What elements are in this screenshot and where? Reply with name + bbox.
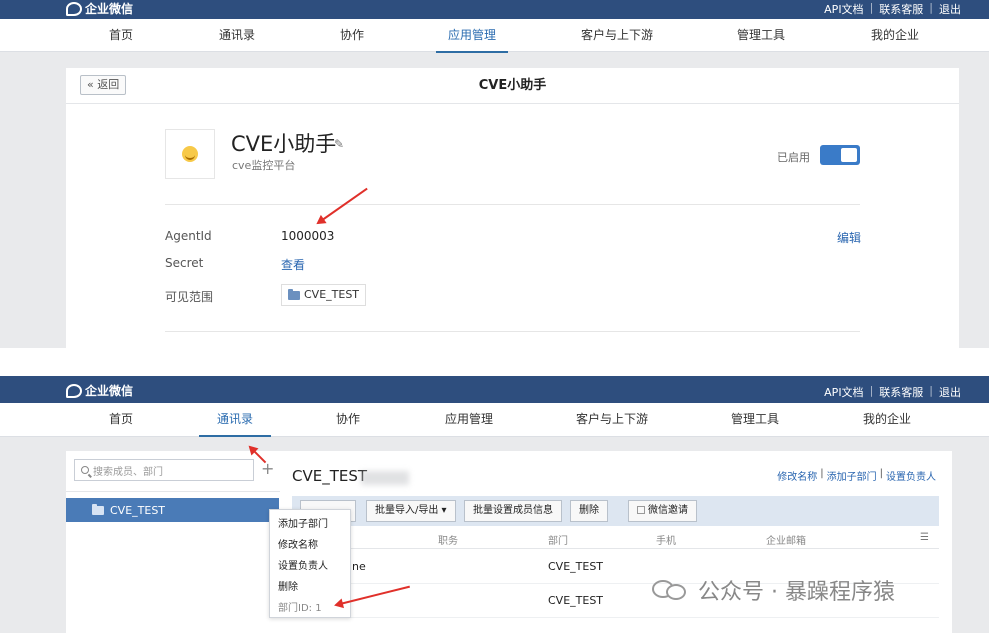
member-name: ne bbox=[352, 560, 366, 573]
batch-set-button[interactable]: 批量设置成员信息 bbox=[464, 500, 562, 522]
col-dept: 部门 bbox=[548, 536, 568, 547]
secret-label: Secret bbox=[165, 256, 204, 270]
smiley-icon bbox=[182, 146, 198, 162]
separator: | bbox=[929, 1, 933, 14]
status-label: 已启用 bbox=[777, 151, 810, 164]
member-toolbar: 批量导入/导出 ▾ 批量设置成员信息 删除 微信邀请 bbox=[292, 496, 939, 526]
watermark: 公众号 · 暴躁程序猿 bbox=[652, 574, 895, 606]
ctx-set-owner[interactable]: 设置负责人 bbox=[270, 556, 350, 577]
support-link[interactable]: 联系客服 bbox=[879, 1, 923, 17]
logout-link[interactable]: 退出 bbox=[939, 1, 961, 17]
nav-collab[interactable]: 协作 bbox=[339, 19, 365, 51]
back-button[interactable]: « 返回 bbox=[80, 75, 127, 95]
column-settings-icon[interactable]: ☰ bbox=[920, 532, 929, 543]
ctx-rename[interactable]: 修改名称 bbox=[270, 535, 350, 556]
search-input[interactable]: 搜索成员、部门 bbox=[74, 459, 254, 481]
api-docs-link[interactable]: API文档 bbox=[824, 384, 863, 400]
nav-my-company[interactable]: 我的企业 bbox=[862, 403, 912, 435]
folder-icon bbox=[288, 288, 300, 300]
set-owner-link[interactable]: 设置负责人 bbox=[886, 468, 936, 483]
logo-text: 企业微信 bbox=[85, 384, 134, 398]
enable-toggle[interactable] bbox=[820, 145, 860, 165]
col-phone: 手机 bbox=[656, 536, 676, 547]
nav-my-company[interactable]: 我的企业 bbox=[870, 19, 920, 51]
rename-link[interactable]: 修改名称 bbox=[777, 468, 817, 483]
dept-chip-label: CVE_TEST bbox=[304, 288, 360, 301]
wechat-invite-label: 微信邀请 bbox=[648, 505, 688, 516]
app-description: cve监控平台 bbox=[232, 159, 296, 172]
qr-icon bbox=[637, 506, 645, 514]
wecom-logo-icon bbox=[66, 383, 82, 398]
wechat-invite-button[interactable]: 微信邀请 bbox=[628, 500, 697, 522]
nav-home[interactable]: 首页 bbox=[108, 403, 134, 435]
nav-collab[interactable]: 协作 bbox=[335, 403, 361, 435]
agentid-label: AgentId bbox=[165, 229, 212, 243]
col-title: 职务 bbox=[438, 536, 458, 547]
separator: | bbox=[929, 384, 933, 397]
header-links: API文档 | 联系客服 | 退出 bbox=[824, 1, 961, 17]
nav-partners[interactable]: 客户与上下游 bbox=[576, 403, 648, 435]
tree-item-cve-test[interactable]: CVE_TEST bbox=[66, 498, 279, 522]
separator: | bbox=[869, 384, 874, 397]
redacted-blur bbox=[361, 471, 409, 485]
delete-button[interactable]: 删除 bbox=[570, 500, 608, 522]
logo-text: 企业微信 bbox=[85, 2, 134, 16]
nav-app-management[interactable]: 应用管理 bbox=[436, 19, 508, 53]
search-icon bbox=[81, 466, 89, 474]
department-title: CVE_TEST bbox=[292, 467, 368, 485]
divider bbox=[165, 331, 860, 332]
watermark-text: 公众号 · 暴躁程序猿 bbox=[698, 580, 895, 605]
nav-contacts[interactable]: 通讯录 bbox=[218, 19, 256, 51]
section-gap bbox=[0, 348, 989, 376]
app-avatar bbox=[165, 129, 215, 179]
top-header-bar: 企业微信 API文档 | 联系客服 | 退出 bbox=[0, 0, 989, 19]
main-nav: 首页 通讯录 协作 应用管理 客户与上下游 管理工具 我的企业 bbox=[0, 19, 989, 53]
visible-dept-chip[interactable]: CVE_TEST bbox=[281, 284, 367, 306]
nav-partners[interactable]: 客户与上下游 bbox=[581, 19, 653, 51]
page-title: CVE小助手 bbox=[478, 78, 547, 93]
dept-actions: 修改名称 | 添加子部门 | 设置负责人 bbox=[777, 468, 936, 483]
member-dept: CVE_TEST bbox=[548, 594, 604, 607]
separator: | bbox=[869, 1, 874, 14]
tree-item-label: CVE_TEST bbox=[110, 503, 166, 517]
wecom-logo-icon bbox=[66, 1, 82, 16]
visibility-label: 可见范围 bbox=[165, 290, 214, 304]
logo[interactable]: 企业微信 bbox=[66, 382, 133, 399]
nav-tools[interactable]: 管理工具 bbox=[736, 19, 786, 51]
divider bbox=[165, 204, 860, 205]
folder-icon bbox=[92, 503, 104, 515]
logo[interactable]: 企业微信 bbox=[66, 0, 133, 17]
import-export-button[interactable]: 批量导入/导出 ▾ bbox=[366, 500, 456, 522]
ctx-delete[interactable]: 删除 bbox=[270, 577, 350, 598]
ctx-add-subdept[interactable]: 添加子部门 bbox=[270, 514, 350, 535]
toggle-knob bbox=[841, 148, 857, 162]
col-email: 企业邮箱 bbox=[766, 536, 806, 547]
nav-home[interactable]: 首页 bbox=[108, 19, 134, 51]
support-link[interactable]: 联系客服 bbox=[879, 384, 923, 400]
edit-link[interactable]: 编辑 bbox=[837, 229, 861, 246]
member-dept: CVE_TEST bbox=[548, 560, 604, 573]
nav-contacts[interactable]: 通讯录 bbox=[199, 403, 271, 437]
card-header: « 返回 CVE小助手 bbox=[66, 68, 959, 104]
wechat-icon bbox=[652, 578, 690, 602]
app-detail-card: « 返回 CVE小助手 CVE小助手 ✎ cve监控平台 已启用 AgentId… bbox=[66, 68, 959, 348]
header-links: API文档 | 联系客服 | 退出 bbox=[824, 384, 961, 400]
nav-tools[interactable]: 管理工具 bbox=[730, 403, 780, 435]
separator: | bbox=[820, 468, 824, 479]
search-placeholder: 搜索成员、部门 bbox=[93, 466, 163, 478]
nav-app-management[interactable]: 应用管理 bbox=[444, 403, 494, 435]
logout-link[interactable]: 退出 bbox=[939, 384, 961, 400]
app-name: CVE小助手 bbox=[231, 132, 337, 156]
view-secret-link[interactable]: 查看 bbox=[281, 256, 305, 273]
table-header: 职务 部门 手机 企业邮箱 ☰ bbox=[292, 529, 939, 549]
api-docs-link[interactable]: API文档 bbox=[824, 1, 863, 17]
divider bbox=[66, 491, 280, 492]
pencil-icon[interactable]: ✎ bbox=[334, 137, 344, 151]
main-nav-2: 首页 通讯录 协作 应用管理 客户与上下游 管理工具 我的企业 bbox=[0, 403, 989, 437]
separator: | bbox=[879, 468, 883, 479]
add-subdept-link[interactable]: 添加子部门 bbox=[827, 468, 877, 483]
top-header-bar-2: 企业微信 API文档 | 联系客服 | 退出 bbox=[0, 376, 989, 403]
agentid-value: 1000003 bbox=[281, 229, 335, 243]
